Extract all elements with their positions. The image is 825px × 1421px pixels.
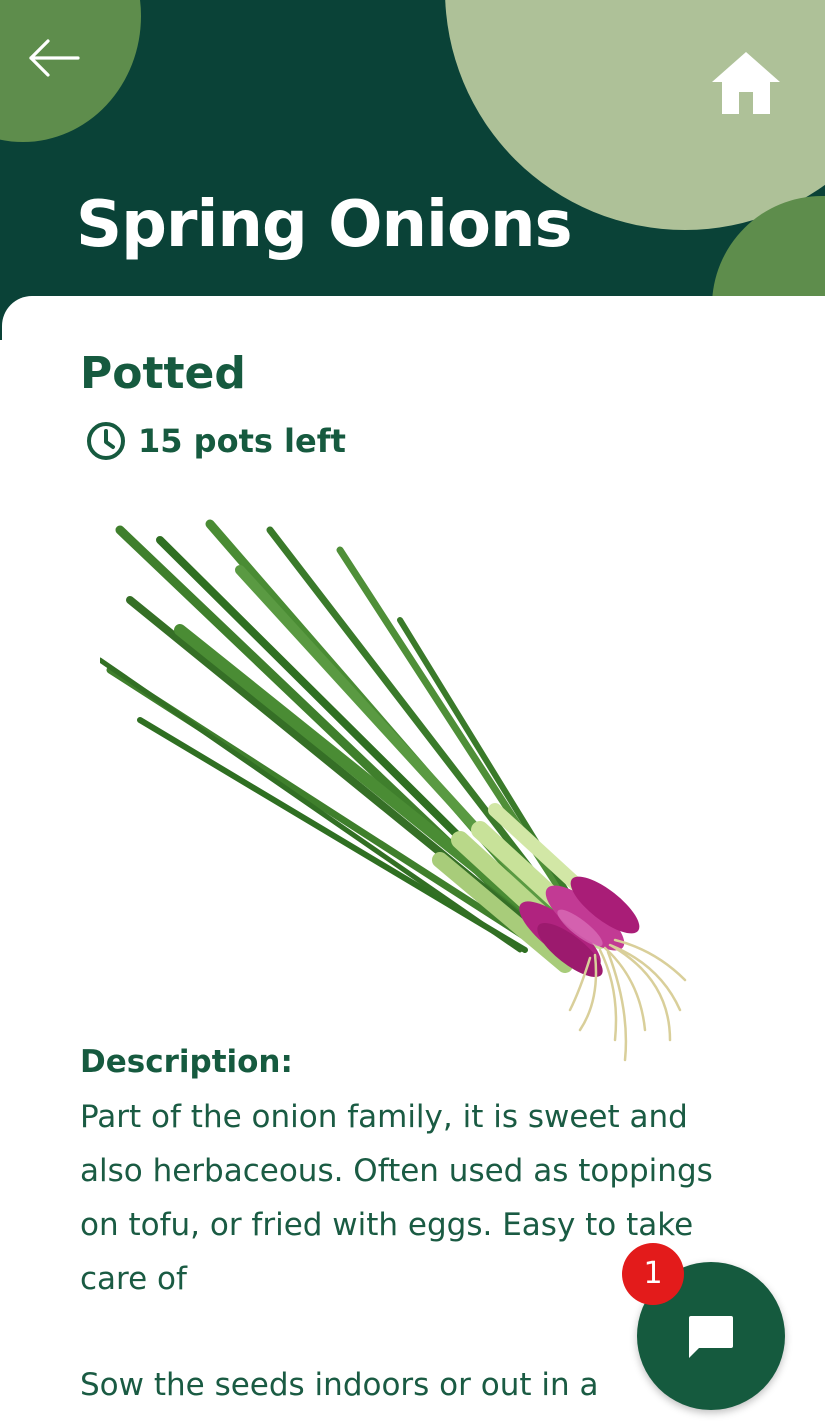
chat-bubble-icon — [689, 1316, 733, 1358]
home-icon — [712, 52, 780, 114]
stock-text: 15 pots left — [138, 422, 346, 460]
arrow-left-icon — [29, 39, 80, 77]
page-title: Spring Onions — [76, 188, 573, 262]
notification-badge: 1 — [622, 1243, 684, 1305]
product-type-label: Potted — [80, 348, 246, 399]
product-image — [97, 510, 700, 1070]
stock-status: 15 pots left — [84, 416, 346, 466]
description-heading: Description: — [80, 1044, 293, 1080]
sowing-instructions-text: Sow the seeds indoors or out in a — [80, 1367, 599, 1403]
home-button[interactable] — [710, 48, 782, 118]
clock-icon — [87, 422, 125, 460]
product-detail-screen: Spring Onions Potted 15 pots left Descri… — [0, 0, 825, 1421]
back-button[interactable] — [22, 30, 84, 86]
header: Spring Onions — [0, 0, 825, 340]
